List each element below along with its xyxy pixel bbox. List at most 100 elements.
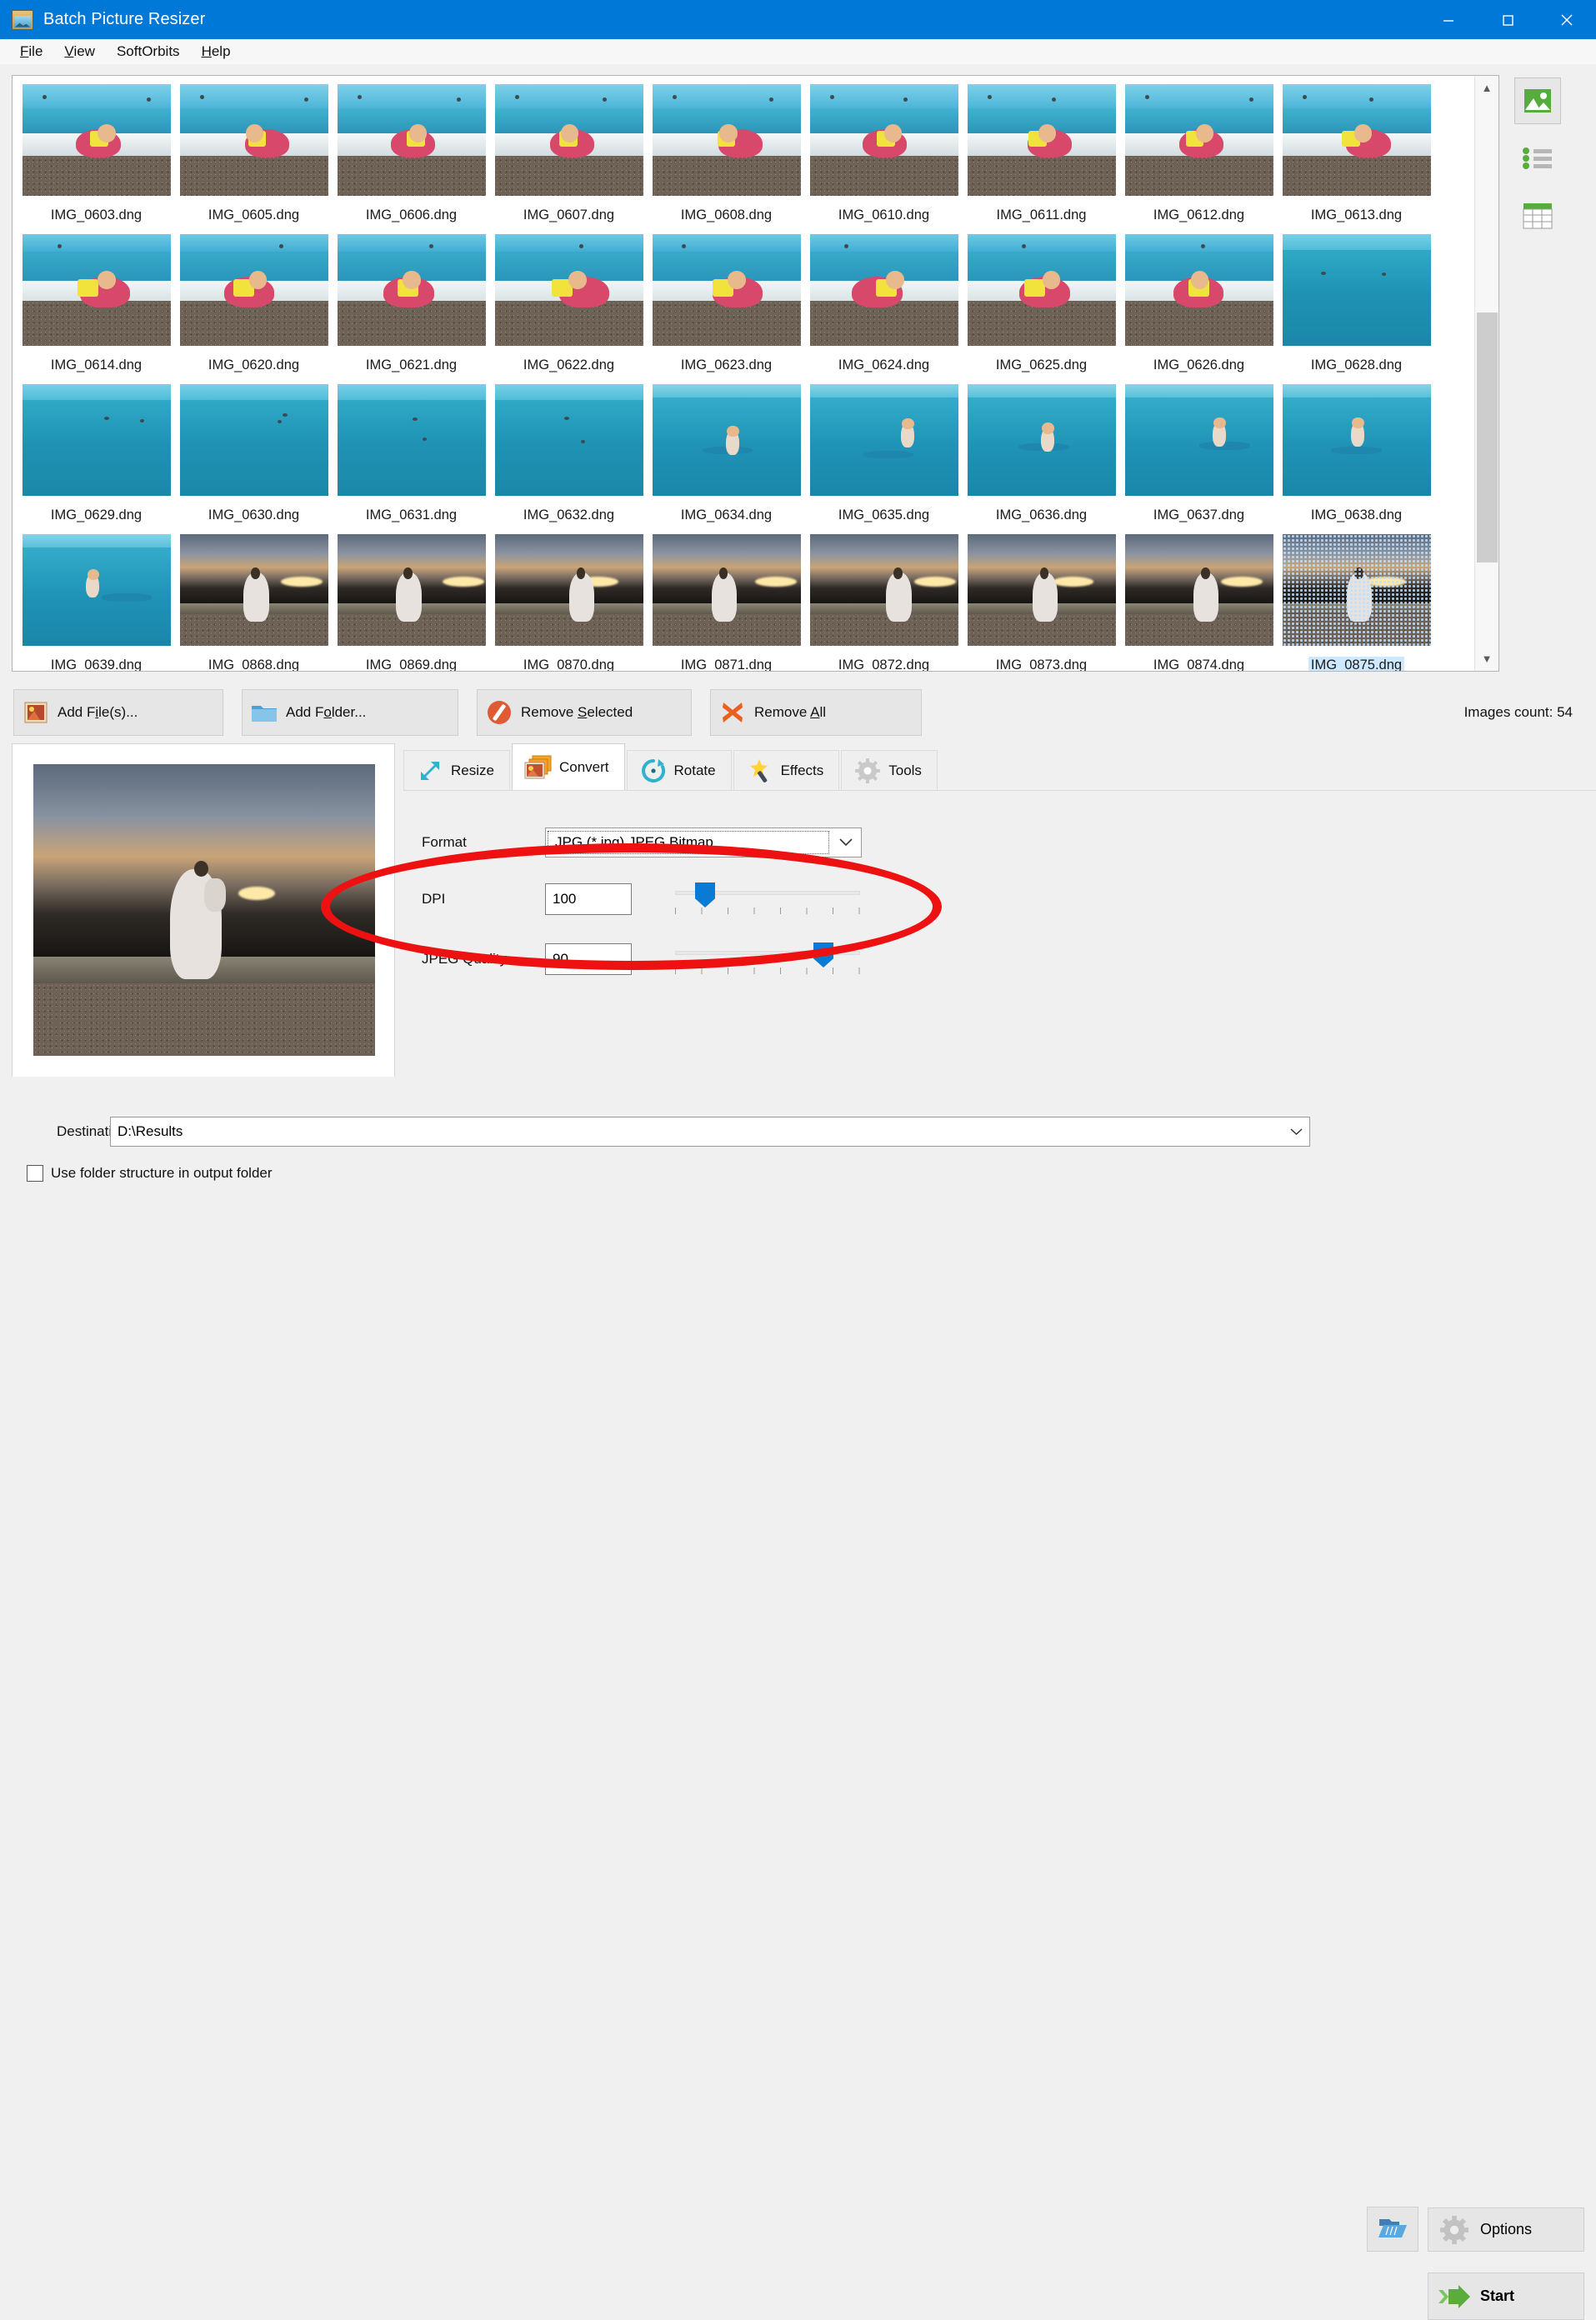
thumbnail-item[interactable]: IMG_0612.dng [1120,82,1278,232]
minimize-icon[interactable] [1418,0,1478,39]
thumbnail-item[interactable]: IMG_0625.dng [963,232,1120,382]
maximize-icon[interactable] [1478,0,1537,39]
thumbnail-image[interactable] [809,84,958,196]
vertical-scrollbar[interactable]: ▲ ▼ [1474,76,1498,671]
thumbnail-item[interactable]: IMG_0621.dng [333,232,490,382]
thumbnail-image[interactable] [494,384,643,496]
thumbnail-item[interactable]: IMG_0626.dng [1120,232,1278,382]
tab-rotate[interactable]: Rotate [626,750,732,790]
list-view-button[interactable] [1514,135,1561,182]
destination-input[interactable]: D:\Results [110,1117,1310,1147]
thumbnail-image[interactable] [179,384,328,496]
jpeg-quality-slider[interactable] [675,941,860,978]
thumbnail-item[interactable]: IMG_0875.dng [1278,532,1435,671]
thumbnail-image[interactable] [179,534,328,646]
thumbnail-item[interactable]: IMG_0635.dng [805,382,963,532]
thumbnail-image[interactable] [22,534,171,646]
thumbnail-image[interactable] [967,384,1116,496]
jpeg-quality-slider-thumb[interactable] [813,942,833,968]
menu-item-view[interactable]: View [53,41,106,62]
options-button[interactable]: Options [1428,2208,1584,2252]
thumbnail-item[interactable]: IMG_0632.dng [490,382,648,532]
menu-item-file[interactable]: File [9,41,53,62]
thumbnail-item[interactable]: IMG_0605.dng [175,82,333,232]
dpi-input[interactable]: 100 [545,883,632,915]
scrollbar-thumb[interactable] [1476,312,1498,562]
thumbnail-item[interactable]: IMG_0610.dng [805,82,963,232]
thumbnail-image[interactable] [1282,234,1431,346]
jpeg-quality-input[interactable]: 90 [545,943,632,975]
thumbnail-image[interactable] [967,84,1116,196]
thumbnail-item[interactable]: IMG_0608.dng [648,82,805,232]
scrollbar-track[interactable] [1475,100,1499,647]
add-folder-button[interactable]: Add Folder... [242,689,458,736]
thumbnail-image[interactable] [652,84,801,196]
start-button[interactable]: Start [1428,2272,1584,2320]
thumbnail-item[interactable]: IMG_0868.dng [175,532,333,671]
menu-item-softorbits[interactable]: SoftOrbits [106,41,191,62]
thumbnail-image[interactable] [337,384,486,496]
table-view-button[interactable] [1514,192,1561,239]
thumbnail-scroll-area[interactable]: IMG_0603.dng IMG_0605.dng IMG_0606.dng I… [13,76,1474,671]
thumbnail-image[interactable] [1282,384,1431,496]
use-folder-structure-row[interactable]: Use folder structure in output folder [12,1147,1596,1182]
thumbnail-item[interactable]: IMG_0869.dng [333,532,490,671]
thumbnail-image[interactable] [967,534,1116,646]
thumbnail-item[interactable]: IMG_0639.dng [18,532,175,671]
thumbnail-image[interactable] [494,534,643,646]
thumbnail-item[interactable]: IMG_0638.dng [1278,382,1435,532]
thumbnail-item[interactable]: IMG_0611.dng [963,82,1120,232]
thumbnail-image[interactable] [1282,534,1431,646]
thumbnail-item[interactable]: IMG_0603.dng [18,82,175,232]
close-icon[interactable] [1537,0,1596,39]
tab-resize[interactable]: Resize [403,750,510,790]
thumbnail-item[interactable]: IMG_0630.dng [175,382,333,532]
thumbnail-image[interactable] [652,534,801,646]
thumbnail-item[interactable]: IMG_0613.dng [1278,82,1435,232]
thumbnail-item[interactable]: IMG_0622.dng [490,232,648,382]
thumbnail-item[interactable]: IMG_0631.dng [333,382,490,532]
remove-all-button[interactable]: Remove All [710,689,922,736]
thumbnail-image[interactable] [22,84,171,196]
scroll-down-icon[interactable]: ▼ [1475,647,1499,671]
tab-tools[interactable]: Tools [841,750,938,790]
thumbnail-image[interactable] [1124,534,1273,646]
thumbnail-item[interactable]: IMG_0873.dng [963,532,1120,671]
thumbnail-image[interactable] [337,234,486,346]
format-select[interactable]: JPG (*.jpg) JPEG Bitmap [545,828,862,858]
thumbnail-image[interactable] [652,384,801,496]
thumbnail-image[interactable] [494,234,643,346]
chevron-down-icon[interactable] [1283,1128,1309,1136]
use-folder-structure-checkbox[interactable] [27,1165,43,1182]
browse-destination-button[interactable] [1367,2207,1418,2252]
thumbnail-grid[interactable]: IMG_0603.dng IMG_0605.dng IMG_0606.dng I… [18,82,1473,671]
thumbnail-image[interactable] [1124,234,1273,346]
chevron-down-icon[interactable] [831,838,861,847]
scroll-up-icon[interactable]: ▲ [1475,76,1499,100]
thumbnail-image[interactable] [1282,84,1431,196]
thumbnail-image[interactable] [967,234,1116,346]
add-files-button[interactable]: Add File(s)... [13,689,223,736]
thumbnail-item[interactable]: IMG_0629.dng [18,382,175,532]
thumbnail-item[interactable]: IMG_0637.dng [1120,382,1278,532]
thumbnail-view-button[interactable] [1514,78,1561,124]
thumbnail-item[interactable]: IMG_0606.dng [333,82,490,232]
tab-convert[interactable]: Convert [511,743,625,790]
thumbnail-item[interactable]: IMG_0623.dng [648,232,805,382]
thumbnail-item[interactable]: IMG_0624.dng [805,232,963,382]
thumbnail-image[interactable] [337,534,486,646]
thumbnail-image[interactable] [22,234,171,346]
thumbnail-image[interactable] [1124,84,1273,196]
menu-item-help[interactable]: Help [191,41,242,62]
thumbnail-image[interactable] [179,234,328,346]
remove-selected-button[interactable]: Remove Selected [477,689,692,736]
thumbnail-item[interactable]: IMG_0870.dng [490,532,648,671]
thumbnail-item[interactable]: IMG_0628.dng [1278,232,1435,382]
thumbnail-image[interactable] [494,84,643,196]
thumbnail-item[interactable]: IMG_0636.dng [963,382,1120,532]
thumbnail-item[interactable]: IMG_0607.dng [490,82,648,232]
thumbnail-item[interactable]: IMG_0871.dng [648,532,805,671]
thumbnail-image[interactable] [179,84,328,196]
dpi-slider-thumb[interactable] [695,882,715,908]
thumbnail-item[interactable]: IMG_0620.dng [175,232,333,382]
